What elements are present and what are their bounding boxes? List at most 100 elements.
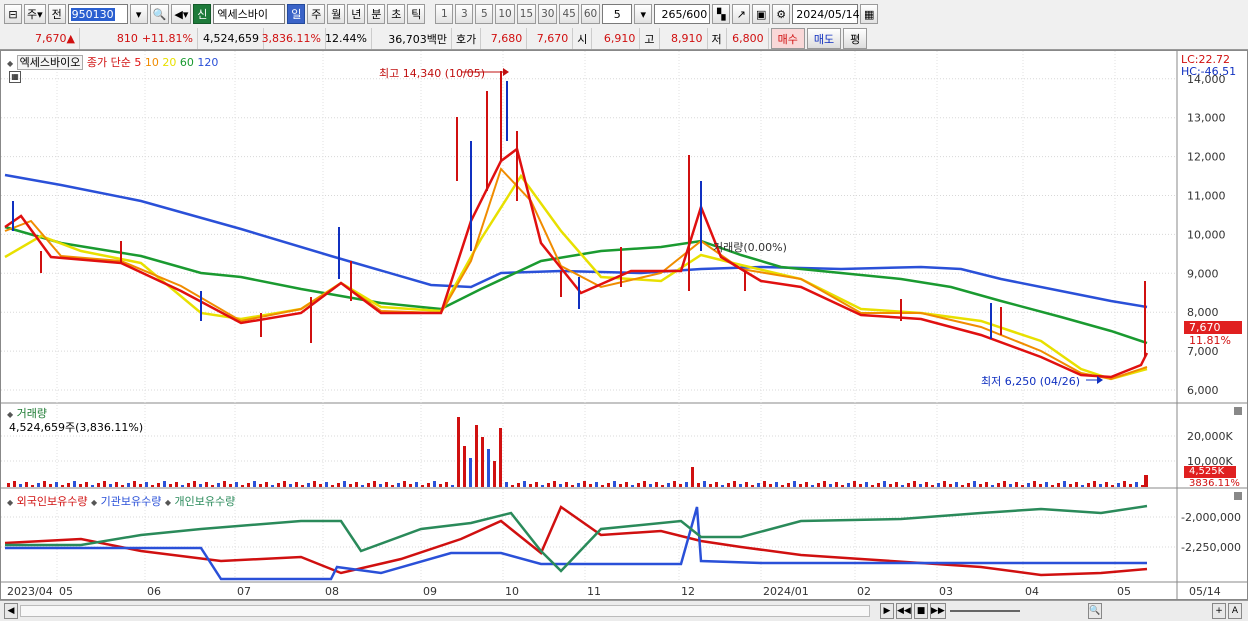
- individual-holding-line: [5, 504, 1148, 573]
- volume-bar: [115, 482, 118, 487]
- volume-bar: [457, 417, 460, 487]
- period-prev-select[interactable]: 전: [47, 4, 66, 24]
- volume-bar: [913, 481, 916, 487]
- stop-icon[interactable]: ■: [914, 603, 928, 619]
- volume-bar: [181, 485, 184, 487]
- holding-panel-legend: ◆ 외국인보유수량 ◆ 기관보유수량 ◆ 개인보유수량: [7, 493, 235, 509]
- volume-bar: [643, 481, 646, 487]
- volume-bar: [241, 485, 244, 487]
- buy-button[interactable]: 매수: [770, 28, 805, 49]
- interval-60[interactable]: 60: [580, 4, 601, 24]
- interval-dropdown-icon[interactable]: ▾: [634, 4, 653, 24]
- volume-bar: [337, 483, 340, 487]
- font-size-icon[interactable]: A: [1228, 603, 1242, 619]
- volume-bar: [19, 484, 22, 487]
- period-type-label: 주: [27, 8, 38, 21]
- ma-10-label: 10: [144, 56, 159, 69]
- stock-title[interactable]: 엑세스바이오: [16, 55, 84, 70]
- fast-forward-icon[interactable]: ▶▶: [930, 603, 946, 619]
- interval-15[interactable]: 15: [516, 4, 537, 24]
- stock-code-input[interactable]: 950130: [67, 4, 128, 24]
- tab-minute[interactable]: 분: [367, 4, 386, 24]
- interval-3[interactable]: 3: [455, 4, 474, 24]
- volume-bar: [1123, 481, 1126, 487]
- volume-bar: [559, 484, 562, 487]
- table-view-icon[interactable]: ▦: [9, 71, 21, 83]
- stock-name-field[interactable]: 엑세스바이: [213, 4, 286, 24]
- price-axis-label: 8,000: [1187, 306, 1219, 319]
- interval-input[interactable]: 5: [602, 4, 633, 24]
- tab-month[interactable]: 월: [327, 4, 346, 24]
- volume-bar: [871, 485, 874, 487]
- zoom-icon[interactable]: 🔍: [1088, 603, 1102, 619]
- low-price: 6,800: [727, 28, 769, 49]
- volume-bar: [493, 461, 496, 487]
- draw-tool-icon[interactable]: ↗: [732, 4, 751, 24]
- save-icon[interactable]: ▣: [752, 4, 771, 24]
- tab-week[interactable]: 주: [307, 4, 326, 24]
- interval-45[interactable]: 45: [559, 4, 579, 24]
- interval-1[interactable]: 1: [435, 4, 454, 24]
- volume-bar: [139, 484, 142, 487]
- volume-bar: [745, 482, 748, 487]
- new-badge: 신: [193, 4, 212, 24]
- volume-bar: [565, 482, 568, 487]
- zoom-slider[interactable]: [950, 610, 1020, 612]
- ma-5-label: 5: [134, 56, 142, 69]
- volume-bar: [1087, 483, 1090, 487]
- volume-bar: [445, 482, 448, 487]
- volume-bar: [769, 484, 772, 487]
- tab-day[interactable]: 일: [287, 4, 306, 24]
- gear-icon[interactable]: ⚙: [772, 4, 791, 24]
- volume-bar: [637, 483, 640, 487]
- volume-bar: [727, 483, 730, 487]
- interval-5[interactable]: 5: [475, 4, 494, 24]
- tab-second[interactable]: 초: [387, 4, 406, 24]
- volume-bar: [409, 484, 412, 487]
- chart-type-icon[interactable]: ▚: [712, 4, 731, 24]
- holding-axis-label: -2,000,000: [1181, 511, 1241, 524]
- search-icon[interactable]: 🔍: [149, 4, 170, 24]
- volume-bar: [37, 483, 40, 487]
- volume-bar: [817, 483, 820, 487]
- volume-bar: [631, 485, 634, 487]
- trade-amount: 36,703백만: [372, 28, 452, 49]
- sell-button[interactable]: 매도: [806, 28, 842, 49]
- scrollbar-track[interactable]: [20, 605, 870, 617]
- date-input[interactable]: 2024/05/14: [792, 4, 860, 24]
- volume-bar: [967, 483, 970, 487]
- stock-chart-area[interactable]: 14,000 13,000 12,000 11,000 10,000 9,000 8,000…: [0, 50, 1248, 600]
- tab-tick[interactable]: 틱: [407, 4, 426, 24]
- calendar-icon[interactable]: ▦: [860, 4, 879, 24]
- scroll-right-icon[interactable]: ▶: [880, 603, 894, 619]
- volume-bar: [163, 481, 166, 487]
- tab-year[interactable]: 년: [347, 4, 366, 24]
- holding-marker-3-icon: ◆: [164, 498, 172, 507]
- rewind-icon[interactable]: ◀◀: [896, 603, 912, 619]
- speaker-icon[interactable]: ◀▾: [171, 4, 192, 24]
- volume-bar: [883, 481, 886, 487]
- volume-bar: [463, 446, 466, 487]
- interval-30[interactable]: 30: [538, 4, 558, 24]
- volume-bar: [319, 484, 322, 487]
- code-dropdown-icon[interactable]: ▾: [129, 4, 148, 24]
- zoom-in-icon[interactable]: +: [1212, 603, 1226, 619]
- volume-bar: [511, 485, 514, 487]
- period-type-select[interactable]: 주 ▾: [24, 4, 46, 24]
- scroll-left-icon[interactable]: ◀: [4, 603, 18, 619]
- volume-bar: [343, 481, 346, 487]
- volume-bar: [1045, 482, 1048, 487]
- main-toolbar: ⊟ 주 ▾ 전 950130 ▾ 🔍 ◀▾ 신 엑세스바이 일 주 월 년 분 초…: [0, 0, 1248, 28]
- volume-bar: [1117, 483, 1120, 487]
- holding-panel-close-icon[interactable]: [1234, 492, 1242, 500]
- volume-bar: [193, 481, 196, 487]
- change-value: 810: [116, 32, 138, 45]
- chart-settings-icon[interactable]: ⊟: [4, 4, 22, 24]
- interval-10[interactable]: 10: [495, 4, 515, 24]
- volume-panel-close-icon[interactable]: [1234, 407, 1242, 415]
- count-field[interactable]: 265/600: [654, 4, 711, 24]
- volume-bar: [901, 485, 904, 487]
- volume-bar: [73, 481, 76, 487]
- volume-bar: [973, 481, 976, 487]
- eval-button[interactable]: 평: [843, 28, 868, 49]
